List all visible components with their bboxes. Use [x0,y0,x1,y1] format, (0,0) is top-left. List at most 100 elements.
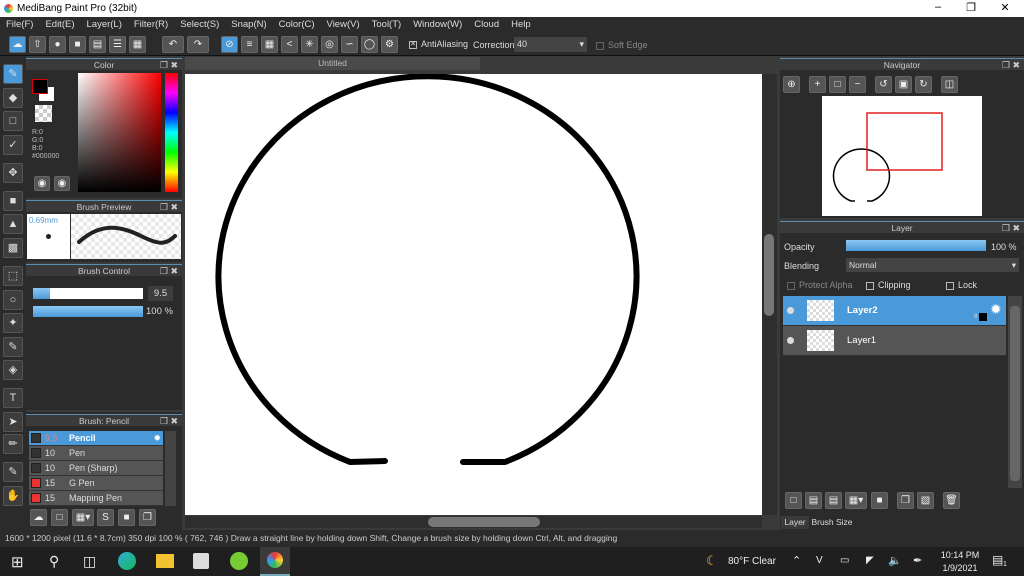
file-explorer-icon[interactable] [156,554,174,568]
menu-file[interactable]: File(F) [0,17,39,33]
folder-icon[interactable]: ■ [118,509,135,526]
operation-tool-icon[interactable]: ➤ [3,412,23,432]
zoom-actual-icon[interactable]: ⊕ [783,76,800,93]
brush-item[interactable]: 15 G Pen [29,476,163,491]
chevron-up-icon[interactable]: ⌃ [792,554,801,567]
radial-snap-icon[interactable]: ✳ [301,36,318,53]
hand-tool-icon[interactable]: ✋ [3,486,23,506]
menu-edit[interactable]: Edit(E) [39,17,80,33]
fit-window-icon[interactable]: □ [829,76,846,93]
menu-tool[interactable]: Tool(T) [366,17,408,33]
hue-slider[interactable] [165,73,178,192]
brush-size-value[interactable]: 9.5 [148,286,173,301]
vertical-scroll-thumb[interactable] [764,234,774,316]
eyedropper-tool-icon[interactable]: ✎ [3,462,23,482]
share-icon[interactable]: ⇧ [29,36,46,53]
menu-select[interactable]: Select(S) [174,17,225,33]
select-tool-icon[interactable]: ⬚ [3,266,23,286]
blending-dropdown[interactable]: Normal ▾ [846,258,1019,272]
menu-snap[interactable]: Snap(N) [225,17,272,33]
minimize-button[interactable]: – [923,1,953,13]
transparent-swatch[interactable] [35,105,52,122]
eraser-tool-icon[interactable]: ◆ [3,88,23,108]
document-icon[interactable]: ▤ [89,36,106,53]
primary-color-swatch[interactable] [32,79,48,94]
new-brush-icon[interactable]: □ [51,509,68,526]
protect-alpha-checkbox[interactable]: Protect Alpha [787,280,853,290]
brush-item[interactable]: 10 Pen (Sharp) [29,461,163,476]
notifications-icon[interactable]: ▤ [992,553,1003,567]
menu-color[interactable]: Color(C) [273,17,321,33]
close-icon[interactable]: ❐ ✖ [160,59,178,71]
cloud-icon[interactable]: ☁ [9,36,26,53]
duplicate-icon[interactable]: ❐ [139,509,156,526]
close-icon[interactable]: ❐ ✖ [160,265,178,277]
check-tool-icon[interactable]: ✓ [3,135,23,155]
ellipse-snap-icon[interactable]: ◯ [361,36,378,53]
curve-snap-icon[interactable]: ∽ [341,36,358,53]
new-halftone-layer-icon[interactable]: ▤ [805,492,822,509]
vpn-icon[interactable]: V [816,555,823,566]
select-pen-icon[interactable]: ✎ [3,337,23,357]
tab-layer[interactable]: Layer [781,516,809,529]
close-icon[interactable]: ❐ ✖ [1002,222,1020,234]
delete-layer-icon[interactable]: 🗑 [943,492,960,509]
layer-scrollbar[interactable] [1008,296,1022,488]
layer-row-layer2[interactable]: Layer2 8 ✹ [783,296,1006,326]
menu-help[interactable]: Help [505,17,537,33]
volume-icon[interactable]: 🔈 [888,554,902,567]
menu-view[interactable]: View(V) [321,17,366,33]
brush-item[interactable]: 15 Mapping Pen [29,491,163,506]
new-8bit-layer-icon[interactable]: ▤ [825,492,842,509]
battery-icon[interactable]: ▭ [840,555,849,566]
brush-tool-icon[interactable]: ✎ [3,64,23,84]
palette-edit-icon[interactable]: ◉ [54,176,70,191]
soft-edge-checkbox[interactable]: Soft Edge [596,40,648,50]
rectangle-tool-icon[interactable]: □ [3,111,23,131]
gear-icon[interactable]: ✹ [990,301,1002,318]
perspective-snap-icon[interactable]: < [281,36,298,53]
vertical-scrollbar[interactable] [762,74,777,515]
text-tool-icon[interactable]: T [3,388,23,408]
gear-icon[interactable]: ✹ [153,431,161,446]
move-tool-icon[interactable]: ✥ [3,163,23,183]
zoom-in-icon[interactable]: + [809,76,826,93]
app-icon[interactable] [230,552,248,570]
menu-cloud[interactable]: Cloud [468,17,505,33]
close-icon[interactable]: ❐ ✖ [160,201,178,213]
clock-time[interactable]: 10:14 PM [940,550,980,560]
menu-filter[interactable]: Filter(R) [128,17,174,33]
close-icon[interactable]: ❐ ✖ [1002,59,1020,71]
task-view-icon[interactable]: ◫ [83,553,96,570]
store-icon[interactable] [193,553,209,569]
tab-brush-size[interactable]: Brush Size [810,516,854,529]
brush-menu-icon[interactable]: ▦▾ [72,509,94,526]
clock-date[interactable]: 1/9/2021 [940,563,980,573]
reset-rotation-icon[interactable]: ▣ [895,76,912,93]
lock-checkbox[interactable]: Lock [946,280,977,290]
windows-start-icon[interactable]: ⊞ [11,553,24,571]
message-icon[interactable]: ■ [69,36,86,53]
document-tab[interactable]: Untitled [185,57,480,70]
brush-script-icon[interactable]: S [97,509,114,526]
edge-icon[interactable] [118,552,136,570]
bucket-tool-icon[interactable]: ▲ [3,214,23,234]
comment-icon[interactable]: ● [49,36,66,53]
redo-button[interactable]: ↷ [187,36,209,53]
menu-window[interactable]: Window(W) [407,17,468,33]
search-icon[interactable]: ⚲ [49,553,59,570]
medibang-taskbar-icon[interactable] [260,547,290,576]
grid-snap-icon[interactable]: ▦ [261,36,278,53]
weather-text[interactable]: 80°F Clear [728,556,776,567]
brush-item[interactable]: 10 Pen [29,446,163,461]
concentric-snap-icon[interactable]: ◎ [321,36,338,53]
visibility-icon[interactable] [787,307,794,314]
list-icon[interactable]: ☰ [109,36,126,53]
drawing-canvas[interactable] [185,73,762,515]
flip-horizontal-icon[interactable]: ◫ [941,76,958,93]
merge-down-icon[interactable]: ▧ [917,492,934,509]
correction-dropdown[interactable]: 40 ▾ [514,37,587,52]
layer-menu-icon[interactable]: ▦▾ [845,492,867,509]
visibility-icon[interactable] [787,337,794,344]
palette-icon[interactable]: ◉ [34,176,50,191]
